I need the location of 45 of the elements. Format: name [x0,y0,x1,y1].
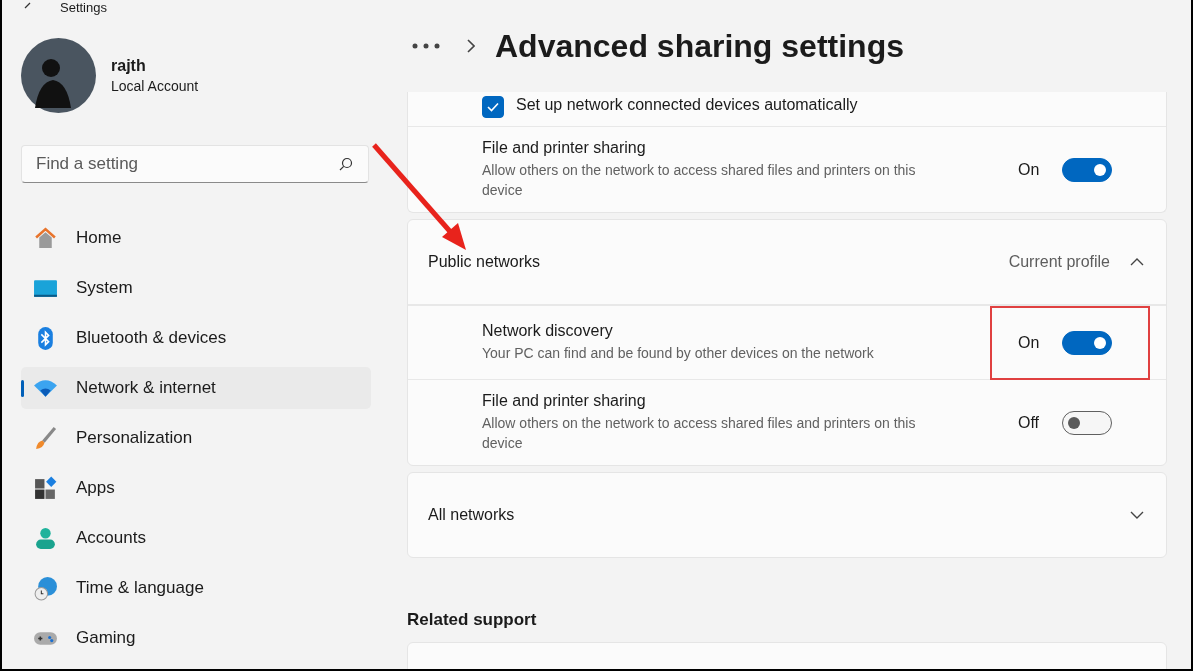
person-icon [33,525,58,551]
chevron-right-icon [467,39,475,53]
avatar-icon [21,38,96,113]
nav-item[interactable]: System [21,267,371,309]
toggle-switch[interactable] [1062,330,1112,355]
checkbox-label: Set up network connected devices automatically [516,96,858,114]
chevron-up-icon [1130,258,1144,266]
chevron-down-icon [1130,511,1144,519]
toggle-state: On [1018,160,1041,179]
toggle-state: Off [1018,413,1041,432]
setting-description: Allow others on the network to access shared files and printers on this device [482,161,917,200]
nav-item[interactable]: Time & language [21,567,371,609]
more-icon[interactable] [411,42,441,50]
nav-item[interactable]: Personalization [21,417,371,459]
setting-description: Allow others on the network to access shared files and printers on this device [482,414,917,453]
setting-title: File and printer sharing [482,139,647,157]
checkmark-icon [487,102,499,112]
window-title: Settings [60,1,107,15]
page-title: Advanced sharing settings [495,27,904,65]
nav-item[interactable]: Accounts [21,517,371,559]
apps-icon [33,475,58,501]
toggle-switch[interactable] [1062,410,1112,435]
nav-item[interactable]: Home [21,217,371,259]
section-heading: Related support [407,610,538,630]
globe-clock-icon [33,575,58,601]
account-name: rajth [111,57,147,75]
setting-description: Your PC can find and be found by other devices on the network [482,344,875,363]
expander-header[interactable]: All networks [408,473,1166,557]
setting-title: Network discovery [482,322,614,340]
search-icon [339,157,353,171]
brush-icon [33,425,58,451]
toggle-switch[interactable] [1062,157,1112,182]
setting-title: File and printer sharing [482,392,647,410]
nav-item[interactable]: Gaming [21,617,371,659]
nav-item[interactable]: Bluetooth & devices [21,317,371,359]
house-icon [33,225,58,251]
account-type: Local Account [111,78,199,94]
nav-item[interactable]: Apps [21,467,371,509]
toggle-state: On [1018,333,1041,352]
expander-status: Current profile [1008,253,1110,271]
checkbox[interactable] [482,96,504,118]
expander-title: Public networks [428,253,542,271]
expander-title: All networks [428,506,516,524]
nav-item[interactable]: Network & internet [21,367,371,409]
search-field[interactable]: Find a setting [21,145,369,183]
